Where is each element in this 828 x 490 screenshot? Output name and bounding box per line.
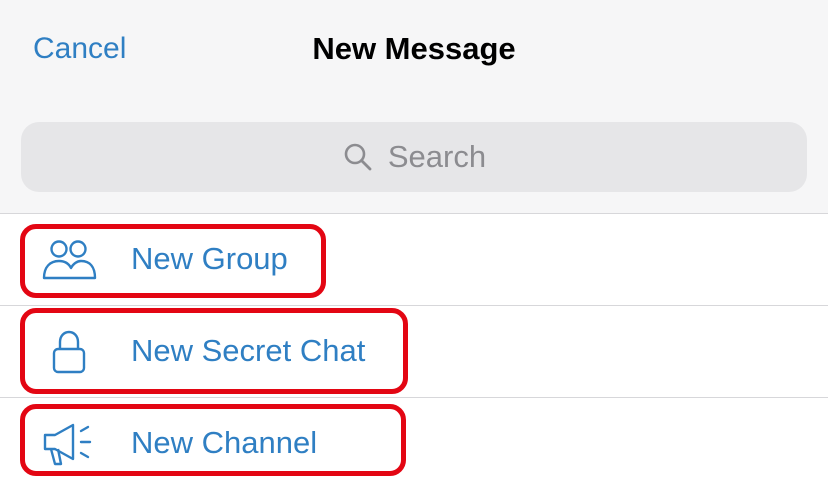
cancel-button[interactable]: Cancel bbox=[33, 31, 126, 67]
new-group-label: New Group bbox=[131, 241, 288, 276]
new-secret-chat-item[interactable]: New Secret Chat bbox=[0, 306, 828, 398]
new-secret-chat-label: New Secret Chat bbox=[131, 333, 366, 368]
new-channel-label: New Channel bbox=[131, 425, 318, 460]
new-channel-item[interactable]: New Channel bbox=[0, 398, 828, 490]
search-icon bbox=[342, 141, 374, 173]
navigation-header: Cancel New Message Search bbox=[0, 0, 828, 214]
lock-icon bbox=[40, 328, 98, 376]
group-icon bbox=[40, 236, 98, 284]
search-input[interactable]: Search bbox=[21, 122, 807, 192]
search-placeholder: Search bbox=[387, 139, 487, 174]
megaphone-icon bbox=[40, 420, 98, 468]
new-group-item[interactable]: New Group bbox=[0, 214, 828, 306]
